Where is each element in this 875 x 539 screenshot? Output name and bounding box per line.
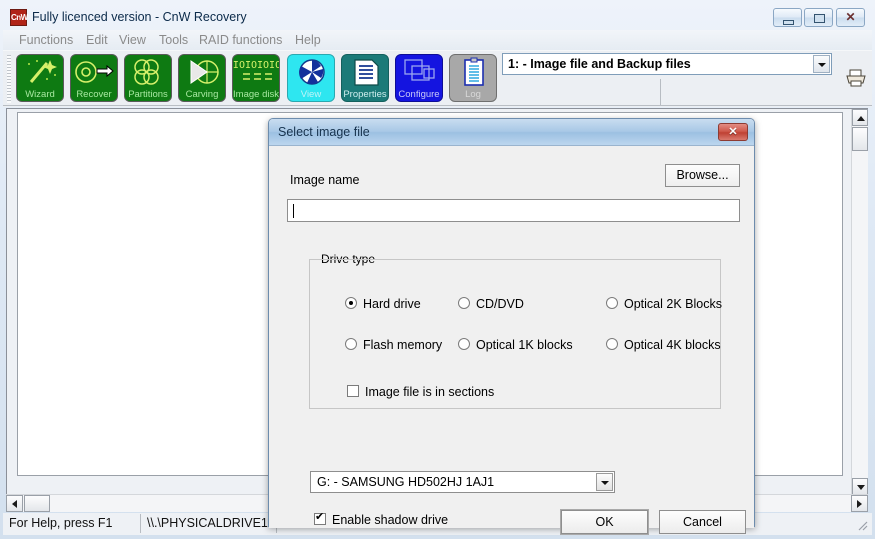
menu-item-functions[interactable]: Functions (15, 32, 77, 48)
text-caret (293, 204, 294, 218)
vertical-scrollbar[interactable] (851, 109, 868, 495)
pinwheel-icon (288, 57, 334, 87)
resize-grip-icon[interactable] (855, 518, 868, 531)
radio-indicator (345, 297, 357, 309)
printer-icon[interactable] (845, 68, 867, 88)
scroll-down-icon[interactable] (852, 478, 868, 495)
maximize-button[interactable] (804, 8, 833, 27)
scroll-left-icon[interactable] (6, 495, 23, 512)
toolbar-label: Wizard (25, 89, 55, 100)
scroll-up-icon[interactable] (852, 109, 868, 126)
menu-item-view[interactable]: View (115, 32, 150, 48)
minimize-button[interactable] (773, 8, 802, 27)
radio-indicator (458, 297, 470, 309)
radio-indicator (606, 297, 618, 309)
main-window: CnW Fully licenced version - CnW Recover… (0, 0, 875, 539)
window-titlebar: CnW Fully licenced version - CnW Recover… (2, 2, 873, 30)
clipboard-icon (450, 57, 496, 87)
toolbar-bottom-divider (3, 105, 872, 106)
checkbox-indicator (314, 510, 326, 525)
radio-label: Hard drive (363, 297, 421, 311)
radio-indicator (606, 338, 618, 350)
drive-select-value: G: - SAMSUNG HD502HJ 1AJ1 (317, 475, 495, 489)
drive-select-combobox[interactable]: G: - SAMSUNG HD502HJ 1AJ1 (310, 471, 615, 493)
toolbar-button-recover[interactable]: Recover (70, 54, 118, 102)
cnw-app-icon: CnW (10, 9, 28, 26)
menu-item-raid-functions[interactable]: RAID functions (195, 32, 286, 48)
select-image-file-dialog: Select image file ✕ Image name Browse...… (268, 118, 755, 535)
vertical-scroll-thumb[interactable] (852, 127, 868, 151)
radio-label: Optical 1K blocks (476, 338, 573, 352)
toolbar-label: Properties (343, 89, 387, 100)
radio-indicator (345, 338, 357, 350)
radio-indicator (458, 338, 470, 350)
view-mode-value: 1: - Image file and Backup files (508, 57, 691, 71)
checkbox-label: Enable shadow drive (332, 513, 449, 527)
toolbar-label: View (300, 89, 322, 100)
radio-label: Optical 4K blocks (624, 338, 721, 352)
toolbar-button-partitions[interactable]: Partitions (124, 54, 172, 102)
status-help-text: For Help, press F1 (3, 514, 141, 533)
toolbar-button-properties[interactable]: Properties (341, 54, 389, 102)
disk-arrow-icon (71, 57, 117, 87)
binary-icon: IOIOIOIO (233, 57, 279, 87)
ok-button[interactable]: OK (560, 509, 649, 535)
close-button[interactable]: ✕ (836, 8, 865, 27)
dialog-title: Select image file (278, 125, 370, 139)
toolbar-button-carving[interactable]: Carving (178, 54, 226, 102)
dialog-close-button[interactable]: ✕ (718, 123, 748, 141)
toolbar-button-log[interactable]: Log (449, 54, 497, 102)
close-icon: ✕ (845, 10, 856, 24)
windows-icon (396, 57, 442, 87)
document-icon (342, 57, 388, 87)
svg-text:IOIOIOIO: IOIOIOIO (233, 60, 280, 71)
toolbar-button-wizard[interactable]: Wizard (16, 54, 64, 102)
toolbar-label: Configure (398, 89, 440, 100)
drive-type-groupbox: Hard drive CD/DVD Optical 2K Blocks Flas… (309, 259, 722, 409)
cancel-button[interactable]: Cancel (659, 510, 746, 534)
horizontal-scroll-thumb[interactable] (24, 495, 50, 512)
chevron-down-icon[interactable] (596, 473, 613, 491)
menu-item-help[interactable]: Help (291, 32, 325, 48)
image-name-input[interactable] (287, 199, 740, 222)
toolbar-separator (660, 79, 661, 105)
toolbar-button-configure[interactable]: Configure (395, 54, 443, 102)
radio-label: Optical 2K Blocks (624, 297, 722, 311)
chevron-down-icon[interactable] (813, 55, 830, 73)
toolbar-button-view[interactable]: View (287, 54, 335, 102)
radio-label: CD/DVD (476, 297, 524, 311)
checkbox-indicator (347, 385, 359, 397)
dialog-titlebar: Select image file ✕ (269, 119, 754, 146)
toolbar-label: Carving (185, 89, 219, 100)
toolbar-label: Image disk (233, 89, 279, 100)
view-mode-combobox[interactable]: 1: - Image file and Backup files (502, 53, 832, 75)
toolbar-grip[interactable] (7, 55, 11, 103)
toolbar-label: Partitions (128, 89, 168, 100)
wand-icon (17, 57, 63, 87)
play-globe-icon (179, 57, 225, 87)
toolbar-label: Log (465, 89, 481, 100)
menubar: Functions Edit View Tools RAID functions… (3, 30, 872, 50)
toolbar-button-image-disk[interactable]: IOIOIOIO Image disk (232, 54, 280, 102)
toolbar-label: Recover (76, 89, 112, 100)
radio-label: Flash memory (363, 338, 443, 352)
maximize-icon (805, 9, 832, 26)
browse-button[interactable]: Browse... (665, 164, 740, 187)
menu-item-edit[interactable]: Edit (82, 32, 112, 48)
close-icon: ✕ (728, 126, 738, 138)
image-name-label: Image name (290, 173, 360, 187)
dialog-body: Image name Browse... Drive type Hard dri… (269, 146, 754, 535)
scroll-right-icon[interactable] (851, 495, 868, 512)
circles-icon (125, 57, 171, 87)
checkbox-label: Image file is in sections (365, 385, 495, 399)
menu-item-tools[interactable]: Tools (155, 32, 192, 48)
status-drive-path: \\.\PHYSICALDRIVE19 (141, 514, 277, 533)
minimize-icon (774, 9, 801, 26)
window-title: Fully licenced version - CnW Recovery (32, 10, 247, 24)
